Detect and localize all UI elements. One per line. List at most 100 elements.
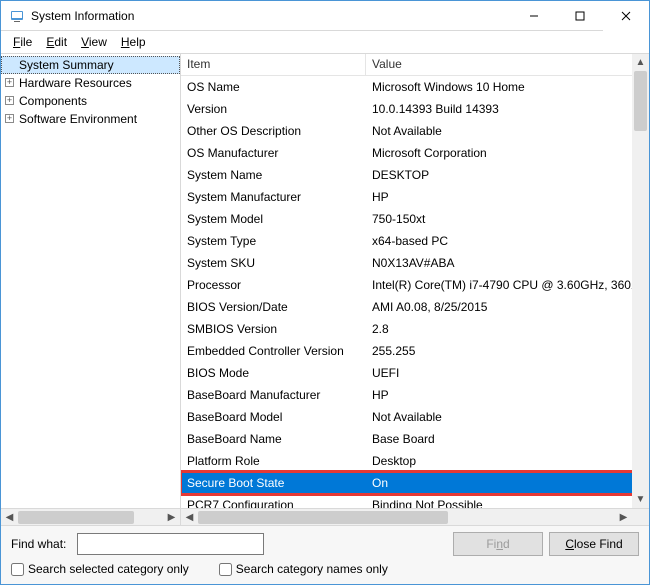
cell-item: System Type [181,234,366,248]
window-title: System Information [31,9,511,23]
maximize-button[interactable] [557,1,603,31]
menu-file[interactable]: File [7,33,38,51]
cell-value: Microsoft Corporation [366,146,649,160]
cell-value: N0X13AV#ABA [366,256,649,270]
cell-item: OS Manufacturer [181,146,366,160]
cell-value: DESKTOP [366,168,649,182]
cell-item: System Model [181,212,366,226]
expand-icon[interactable]: + [5,114,14,123]
cell-item: Secure Boot State [181,476,366,490]
list-horizontal-scrollbar[interactable]: ◀ ▶ [181,508,649,525]
find-label: Find what: [11,537,71,551]
cell-value: On [366,476,649,490]
cell-item: BaseBoard Model [181,410,366,424]
list-row[interactable]: System Model750-150xt [181,208,649,230]
menu-edit[interactable]: Edit [40,33,73,51]
cell-value: HP [366,190,649,204]
menubar: File Edit View Help [1,31,649,53]
app-icon [9,8,25,24]
close-find-button[interactable]: Close Find [549,532,639,556]
cell-value: 10.0.14393 Build 14393 [366,102,649,116]
menu-view[interactable]: View [75,33,113,51]
list-vertical-scrollbar[interactable]: ▲ ▼ [632,54,649,508]
menu-help[interactable]: Help [115,33,152,51]
cell-value: UEFI [366,366,649,380]
scroll-left-icon[interactable]: ◀ [1,509,18,526]
list-row[interactable]: BaseBoard NameBase Board [181,428,649,450]
tree-item-components[interactable]: +Components [1,92,180,110]
tree-item-software-environment[interactable]: +Software Environment [1,110,180,128]
column-header-value[interactable]: Value [366,54,649,75]
cell-item: Processor [181,278,366,292]
tree-item-system-summary[interactable]: System Summary [1,56,180,74]
search-selected-category-checkbox[interactable]: Search selected category only [11,562,189,576]
cell-value: AMI A0.08, 8/25/2015 [366,300,649,314]
tree-item-hardware-resources[interactable]: +Hardware Resources [1,74,180,92]
scroll-left-icon[interactable]: ◀ [181,509,198,525]
cell-value: 2.8 [366,322,649,336]
scroll-thumb[interactable] [634,71,647,131]
cell-item: OS Name [181,80,366,94]
expand-icon[interactable]: + [5,96,14,105]
scroll-right-icon[interactable]: ▶ [615,509,632,525]
list-row[interactable]: System SKUN0X13AV#ABA [181,252,649,274]
cell-item: Other OS Description [181,124,366,138]
list-row[interactable]: Embedded Controller Version255.255 [181,340,649,362]
cell-item: SMBIOS Version [181,322,366,336]
minimize-button[interactable] [511,1,557,31]
scroll-down-icon[interactable]: ▼ [632,491,649,508]
list-row[interactable]: PCR7 ConfigurationBinding Not Possible [181,494,649,508]
list-row[interactable]: OS ManufacturerMicrosoft Corporation [181,142,649,164]
list-row[interactable]: ProcessorIntel(R) Core(TM) i7-4790 CPU @… [181,274,649,296]
scroll-right-icon[interactable]: ▶ [163,509,180,526]
cell-value: 255.255 [366,344,649,358]
cell-item: BIOS Mode [181,366,366,380]
cell-value: Microsoft Windows 10 Home [366,80,649,94]
cell-item: System Manufacturer [181,190,366,204]
close-button[interactable] [603,1,649,31]
cell-item: BIOS Version/Date [181,300,366,314]
cell-item: Version [181,102,366,116]
cell-item: Platform Role [181,454,366,468]
expand-icon[interactable]: + [5,78,14,87]
window-controls [511,1,649,31]
list-row[interactable]: OS NameMicrosoft Windows 10 Home [181,76,649,98]
scroll-up-icon[interactable]: ▲ [632,54,649,71]
cell-value: Intel(R) Core(TM) i7-4790 CPU @ 3.60GHz,… [366,278,649,292]
list-row[interactable]: BaseBoard ModelNot Available [181,406,649,428]
tree-horizontal-scrollbar[interactable]: ◀ ▶ [1,508,180,525]
list-row[interactable]: BaseBoard ManufacturerHP [181,384,649,406]
cell-value: Not Available [366,410,649,424]
find-bar: Find what: Find Close Find Search select… [1,525,649,584]
cell-value: Not Available [366,124,649,138]
list-row[interactable]: Other OS DescriptionNot Available [181,120,649,142]
cell-item: System Name [181,168,366,182]
cell-item: Embedded Controller Version [181,344,366,358]
list-pane: Item Value OS NameMicrosoft Windows 10 H… [181,54,649,525]
list-row[interactable]: Platform RoleDesktop [181,450,649,472]
cell-item: BaseBoard Name [181,432,366,446]
cell-value: 750-150xt [366,212,649,226]
find-input[interactable] [77,533,264,555]
tree-pane: System Summary +Hardware Resources +Comp… [1,54,181,525]
cell-value: Desktop [366,454,649,468]
list-body: OS NameMicrosoft Windows 10 HomeVersion1… [181,76,649,508]
find-button[interactable]: Find [453,532,543,556]
titlebar[interactable]: System Information [1,1,649,31]
list-header: Item Value [181,54,649,76]
list-row[interactable]: SMBIOS Version2.8 [181,318,649,340]
scroll-thumb[interactable] [18,511,134,524]
column-header-item[interactable]: Item [181,54,366,75]
cell-value: Binding Not Possible [366,498,649,508]
cell-value: Base Board [366,432,649,446]
list-row[interactable]: Version10.0.14393 Build 14393 [181,98,649,120]
scroll-thumb[interactable] [198,511,448,524]
list-row[interactable]: Secure Boot StateOn [181,472,649,494]
list-row[interactable]: System NameDESKTOP [181,164,649,186]
cell-item: System SKU [181,256,366,270]
search-category-names-checkbox[interactable]: Search category names only [219,562,388,576]
list-row[interactable]: System ManufacturerHP [181,186,649,208]
list-row[interactable]: BIOS Version/DateAMI A0.08, 8/25/2015 [181,296,649,318]
list-row[interactable]: System Typex64-based PC [181,230,649,252]
list-row[interactable]: BIOS ModeUEFI [181,362,649,384]
